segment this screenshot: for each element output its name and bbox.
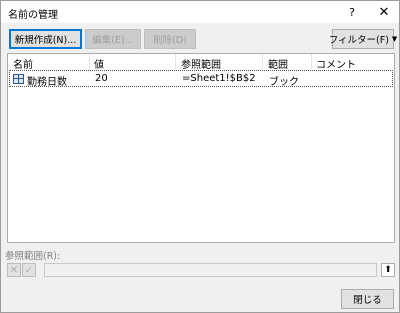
names-list[interactable]: 名前 値 参照範囲 範囲 コメント 勤務日数 20 =Sheet1!$B$2 ブ… [7,53,395,243]
check-icon: ✓ [24,264,34,276]
column-divider[interactable] [175,54,176,70]
list-header: 名前 値 参照範囲 範囲 コメント [8,54,394,71]
table-row[interactable]: 勤務日数 20 =Sheet1!$B$2 ブック [9,70,393,88]
column-header-scope[interactable]: 範囲 [268,56,288,71]
refers-to-label: 参照範囲(R): [5,251,61,262]
dialog-title: 名前の管理 [8,10,58,21]
delete-name-button[interactable]: 削除(D) [144,29,196,49]
edit-name-button[interactable]: 編集(E)... [85,29,141,49]
close-button[interactable]: 閉じる [341,289,394,309]
row-name: 勤務日数 [27,77,67,88]
help-button[interactable]: ? [337,1,367,23]
filter-button[interactable]: フィルター(F) ▼ [328,29,398,49]
column-header-refers-to[interactable]: 参照範囲 [181,56,221,71]
arrow-up-icon: ⬆ [384,265,392,275]
collapse-dialog-button[interactable]: ⬆ [381,263,395,277]
refers-to-input[interactable] [44,263,377,277]
confirm-reference-button[interactable]: ✓ [22,263,36,277]
help-icon: ? [349,5,355,19]
row-value: 20 [95,73,108,84]
close-window-button[interactable]: ✕ [369,1,399,23]
column-divider[interactable] [262,54,263,70]
column-header-name[interactable]: 名前 [13,56,33,71]
column-header-value[interactable]: 値 [94,56,104,71]
filter-label: フィルター(F) [328,35,389,46]
column-divider[interactable] [89,54,90,70]
cancel-reference-button[interactable]: ✕ [7,263,21,277]
cancel-icon: ✕ [9,264,19,276]
name-manager-dialog: 名前の管理 ? ✕ 新規作成(N)... 編集(E)... 削除(D) フィルタ… [0,0,400,313]
row-refers-to: =Sheet1!$B$2 [182,73,256,84]
column-divider[interactable] [311,54,312,70]
close-icon: ✕ [378,4,390,20]
new-name-button[interactable]: 新規作成(N)... [9,29,82,49]
row-scope: ブック [269,77,299,88]
named-range-icon [13,74,24,84]
chevron-down-icon: ▼ [391,35,398,43]
column-header-comment[interactable]: コメント [316,56,356,71]
title-bar: 名前の管理 ? ✕ [1,1,399,23]
